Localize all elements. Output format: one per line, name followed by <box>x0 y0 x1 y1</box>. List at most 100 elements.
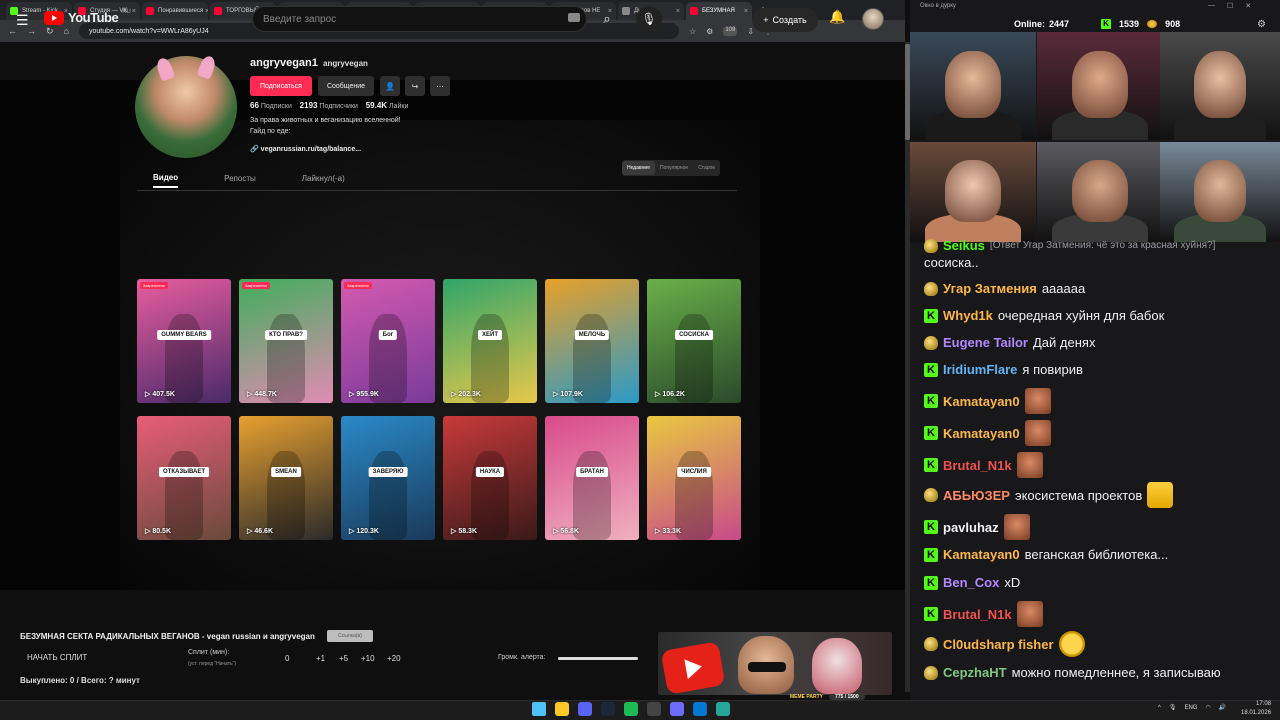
mic-tray-icon[interactable]: 🎙 <box>1169 704 1177 711</box>
wifi-icon[interactable]: ◠ <box>1205 704 1210 711</box>
gold-badge-icon <box>924 238 938 253</box>
webcam-feed <box>1037 32 1163 140</box>
chat-username[interactable]: Whyd1k <box>943 308 993 323</box>
sold-minutes-text: Выкуплено: 0 / Всего: ? минут <box>20 676 140 685</box>
chevron-up-icon[interactable]: ^ <box>1158 705 1161 711</box>
thumbnail-caption: GUMMY BEARS <box>157 329 211 340</box>
view-count: 33.3K <box>662 528 682 535</box>
browser-tab[interactable]: БЕЗУМНАЯ × <box>686 2 752 20</box>
home-icon[interactable]: ⌂ <box>64 26 69 36</box>
thumbnail-views: ▷ 58.3K <box>451 527 477 535</box>
taskbar-app-icon[interactable] <box>670 702 684 716</box>
minimize-icon[interactable]: — <box>1208 2 1215 10</box>
tab-close-icon[interactable]: × <box>203 8 208 15</box>
tiktok-stats: 66 Подписки 2193 Подписчики 59.4K Лайки <box>250 101 408 110</box>
sort-popular: Популярное <box>659 165 689 171</box>
tiktok-link-text: veganrussian.ru/tag/balance... <box>260 146 362 153</box>
split-value[interactable]: 0 <box>285 654 289 663</box>
thumbnail-caption: ХЕЙТ <box>478 329 502 340</box>
split-plus10-button[interactable]: +10 <box>361 654 375 663</box>
youtube-logo[interactable]: YouTube RU <box>44 8 131 25</box>
split-plus1-button[interactable]: +1 <box>316 654 325 663</box>
kick-icon: K <box>1101 19 1112 29</box>
chat-username[interactable]: Kamatayan0 <box>943 426 1020 441</box>
chat-username[interactable]: Ben_Cox <box>943 575 999 590</box>
taskbar-app-icon[interactable] <box>624 702 638 716</box>
taskbar-app-icon[interactable] <box>601 702 615 716</box>
split-plus20-button[interactable]: +20 <box>387 654 401 663</box>
thumbnail-views: ▷ 202.3K <box>451 390 481 398</box>
thumbnail-caption: МЕЛОЧЬ <box>574 329 610 340</box>
followers-count: 2193 <box>299 101 318 110</box>
taskbar-app-icon[interactable] <box>647 702 661 716</box>
chat-username[interactable]: IridiumFlare <box>943 362 1017 377</box>
alert-volume-slider[interactable] <box>558 657 638 660</box>
split-plus5-button[interactable]: +5 <box>339 654 348 663</box>
chat-username[interactable]: Угар Затмения <box>943 281 1037 296</box>
tab-close-icon[interactable]: × <box>742 8 748 15</box>
taskbar-app-icon[interactable] <box>716 702 730 716</box>
kick-badge-icon: K <box>924 308 938 323</box>
taskbar-app-icon[interactable] <box>578 702 592 716</box>
chat-username[interactable]: Eugene Tailor <box>943 335 1028 350</box>
browser-tab[interactable]: Понравившиеся × <box>142 2 208 20</box>
maximize-icon[interactable]: ☐ <box>1227 2 1233 10</box>
taskbar-app-icon[interactable] <box>555 702 569 716</box>
extension-icon[interactable]: ⚙ <box>706 27 713 36</box>
tiktok-tab-reposts: Репосты <box>224 174 256 183</box>
downloads-icon[interactable]: ⇩ <box>747 27 754 36</box>
start-split-button[interactable]: НАЧАТЬ СПЛИТ <box>27 653 87 662</box>
thumbnail-views: ▷ 448.7K <box>247 390 277 398</box>
create-button[interactable]: + Создать <box>752 8 818 32</box>
chat-username[interactable]: CepzhaHT <box>943 665 1007 680</box>
chat-username[interactable]: Cl0udsharp fisher <box>943 637 1054 652</box>
chat-text: веганская библиотека... <box>1024 547 1169 562</box>
video-title: БЕЗУМНАЯ СЕКТА РАДИКАЛЬНЫХ ВЕГАНОВ - veg… <box>20 632 315 641</box>
chat-text: очередная хуйня для бабок <box>997 308 1165 323</box>
hamburger-menu-icon[interactable]: ☰ <box>16 12 29 29</box>
tab-label: БЕЗУМНАЯ <box>702 8 735 14</box>
gold-badge-icon <box>924 281 938 296</box>
chat-username[interactable]: pavluhaz <box>943 520 999 535</box>
webcam-feed <box>1160 142 1280 242</box>
mic-icon[interactable]: 🎙 <box>636 6 662 32</box>
chat-username[interactable]: АБЬЮЗЕР <box>943 488 1010 503</box>
keyboard-icon[interactable] <box>568 13 580 22</box>
tab-close-icon[interactable]: × <box>674 8 680 15</box>
close-icon[interactable]: ✕ <box>1245 2 1251 10</box>
search-button[interactable]: ⌕ <box>592 6 622 32</box>
chat-username[interactable]: Seikus <box>943 238 985 253</box>
chat-username[interactable]: Brutal_N1k <box>943 607 1012 622</box>
streamer-face <box>1072 51 1128 119</box>
chat-message: K Kamatayan0 <box>924 388 1264 414</box>
youtube-region: RU <box>122 8 131 15</box>
chat-username[interactable]: Kamatayan0 <box>943 547 1020 562</box>
volume-icon[interactable]: 🔊 <box>1219 704 1226 711</box>
taskbar-icons <box>532 702 730 716</box>
chat-message: K IridiumFlare я повирив <box>924 362 1264 377</box>
settings-gear-icon[interactable]: ⚙ <box>1257 19 1266 30</box>
bookmark-icon[interactable]: ☆ <box>689 27 696 36</box>
coin-count: 908 <box>1165 19 1181 29</box>
kick-badge-icon: K <box>924 458 938 472</box>
more-icon: ⋯ <box>430 76 450 96</box>
taskbar-app-icon[interactable] <box>693 702 707 716</box>
clock[interactable]: 17:08 18.01.2026 <box>1241 700 1271 718</box>
chat-emote-face-icon <box>1024 388 1051 414</box>
create-label: Создать <box>772 15 807 25</box>
taskbar-app-icon[interactable] <box>532 702 546 716</box>
search-input[interactable]: Введите запрос <box>252 6 587 32</box>
chat-message: CepzhaHT можно помедленнее, я записываю <box>924 665 1264 680</box>
reload-icon[interactable]: ↻ <box>46 26 54 37</box>
account-avatar[interactable] <box>862 8 884 30</box>
chat-emote-laugh-icon <box>1058 631 1085 657</box>
likes-label: Лайки <box>389 103 409 110</box>
chat-username[interactable]: Kamatayan0 <box>943 394 1020 409</box>
url-text: youtube.com/watch?v=WWLrA86yUJ4 <box>88 27 209 35</box>
notifications-bell-icon[interactable]: 🔔 <box>829 9 845 25</box>
chat-username[interactable]: Brutal_N1k <box>943 458 1012 473</box>
language-indicator[interactable]: ENG <box>1184 705 1197 711</box>
kick-count: 1539 <box>1119 19 1140 29</box>
thumbnail-views: ▷ 46.6K <box>247 527 273 535</box>
coin-icon <box>1147 20 1158 28</box>
